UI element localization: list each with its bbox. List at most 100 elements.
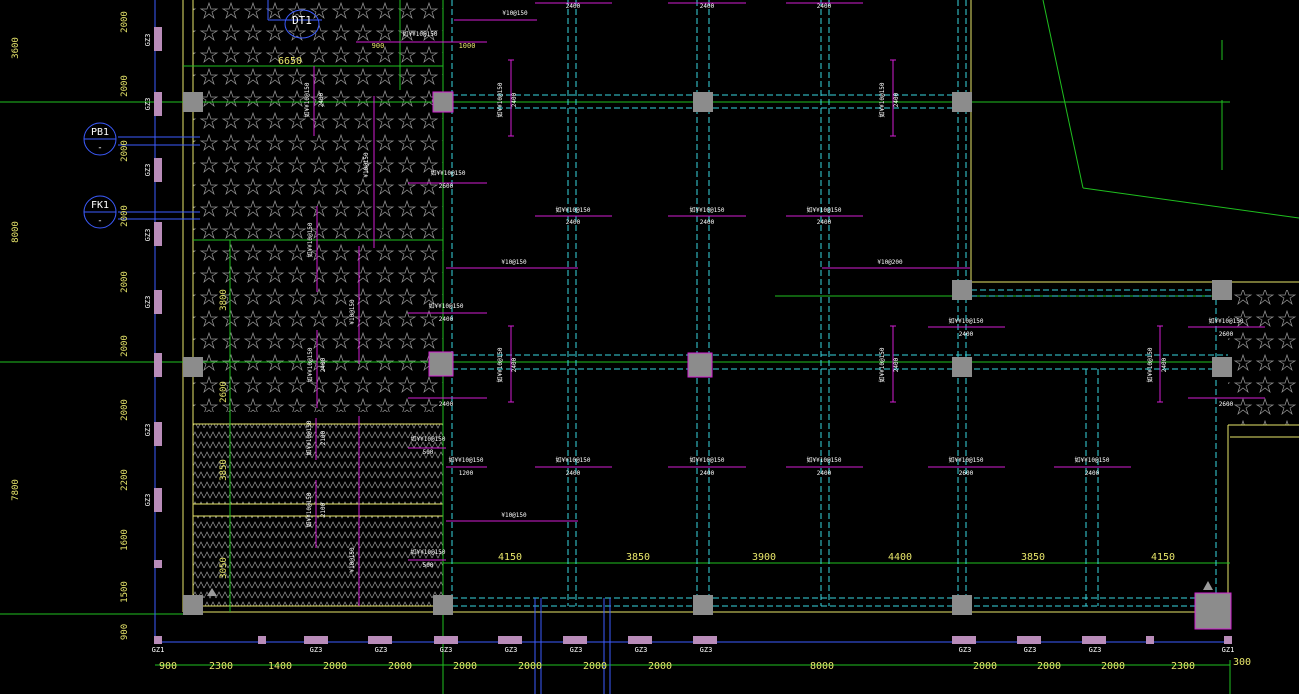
rebar-length: 2600	[1219, 401, 1234, 408]
gz-tag: GZ3	[635, 646, 648, 654]
dim-vertical: 3800	[219, 289, 229, 311]
column[interactable]	[428, 351, 454, 377]
column[interactable]	[1212, 280, 1232, 300]
rebar-spec: 如¥¥10@150	[306, 222, 314, 257]
rebar-length: 2100	[320, 502, 327, 517]
rebar-length: 2600	[439, 183, 454, 190]
rebar-spec: 如¥¥10@150	[411, 435, 446, 443]
gz-tag: GZ3	[700, 646, 713, 654]
dim-vertical: 3050	[219, 557, 229, 579]
column[interactable]	[183, 357, 203, 377]
dim-left-inner: 2000	[120, 11, 130, 33]
rebar-length: 2400	[893, 357, 900, 372]
column[interactable]	[183, 595, 203, 615]
dim-interior: 4150	[1151, 552, 1175, 563]
rebar-spec: 如¥¥10@150	[305, 420, 313, 455]
column[interactable]	[432, 91, 454, 113]
gz-tag: GZ3	[570, 646, 583, 654]
dim-vertical: 2600	[219, 381, 229, 403]
rebar-length: 2400	[566, 219, 581, 226]
column[interactable]	[433, 595, 453, 615]
dim-left-outer: 3600	[11, 37, 21, 59]
rebar-spec: 如¥¥10@150	[303, 82, 311, 117]
dim-left-outer: 7800	[11, 479, 21, 501]
rebar-spec: 如¥¥10@150	[690, 456, 725, 464]
dim-bottom-span: 2000	[1101, 661, 1125, 672]
dim-900: 900	[372, 42, 385, 50]
dim-bottom-end: 300	[1233, 657, 1251, 668]
column[interactable]	[952, 92, 972, 112]
gz-tag: GZ3	[1024, 646, 1037, 654]
rebar-length: 2400	[320, 357, 327, 372]
gz-tag: GZ3	[1089, 646, 1102, 654]
tag-fk1[interactable]: FK1 -	[83, 195, 117, 229]
rebar-length: 2400	[439, 316, 454, 323]
dim-left-inner: 2000	[120, 271, 130, 293]
gz-tag: GZ3	[505, 646, 518, 654]
dim-bottom-span: 2300	[209, 661, 233, 672]
dim-left-inner: 900	[120, 624, 130, 640]
rebar-spec: 如¥¥10@150	[429, 302, 464, 310]
gz-tag: GZ3	[144, 229, 152, 242]
tag-fk1-label: FK1	[91, 200, 109, 211]
rebar-length: 2400	[318, 92, 325, 107]
rebar-length: 2400	[511, 92, 518, 107]
rebar-length: 2400	[700, 219, 715, 226]
rebar-length: 2600	[959, 470, 974, 477]
dim-bottom-span: 2000	[1037, 661, 1061, 672]
rebar-spec: 如¥¥10@150	[431, 169, 466, 177]
column[interactable]	[693, 595, 713, 615]
gz-tag: GZ1	[1222, 646, 1235, 654]
rebar-spec: ¥10@150	[502, 10, 528, 17]
rebar-spec: 如¥¥10@150	[949, 317, 984, 325]
rebar-spec: ¥10@200	[877, 259, 903, 266]
dim-left-inner: 2000	[120, 399, 130, 421]
rebar-length: 500	[423, 449, 434, 456]
dim-left-inner: 2000	[120, 205, 130, 227]
dim-bottom-span: 2000	[583, 661, 607, 672]
rebar-length: 2400	[1085, 470, 1100, 477]
rebar-length: 2400	[700, 3, 715, 10]
column[interactable]	[183, 92, 203, 112]
column[interactable]	[952, 357, 972, 377]
column[interactable]	[952, 280, 972, 300]
gz-tag: GZ3	[440, 646, 453, 654]
column[interactable]	[687, 352, 713, 378]
dim-interior: 3850	[626, 552, 650, 563]
rebar-length: 1200	[459, 470, 474, 477]
cad-drawing-canvas[interactable]: DT1 PB1 - FK1 - 3600 8000 7800 2000 2000…	[0, 0, 1299, 694]
rebar-spec: 如¥¥10@150	[1146, 347, 1154, 382]
dim-bottom-span: 1400	[268, 661, 292, 672]
gz-tag: GZ3	[144, 98, 152, 111]
rebar-spec: ¥10@150	[363, 152, 370, 178]
column[interactable]	[1212, 357, 1232, 377]
tag-pb1-label: PB1	[91, 127, 109, 138]
gz-tag: GZ3	[310, 646, 323, 654]
rebar-length: 2400	[959, 331, 974, 338]
dim-bottom-span: 8000	[810, 661, 834, 672]
dim-left-inner: 1500	[120, 581, 130, 603]
column[interactable]	[693, 92, 713, 112]
dim-bottom-span: 2300	[1171, 661, 1195, 672]
column[interactable]	[952, 595, 972, 615]
rebar-spec: 如¥¥10@150	[878, 347, 886, 382]
dim-interior: 4400	[888, 552, 912, 563]
gz-tag: GZ1	[152, 646, 165, 654]
rebar-length: 2400	[817, 3, 832, 10]
rebar-spec: ¥10@150	[349, 547, 356, 573]
rebar-spec: 如¥¥10@150	[305, 492, 313, 527]
dim-bottom-span: 2000	[518, 661, 542, 672]
dim-bottom-span: 2000	[453, 661, 477, 672]
rebar-spec: 如¥¥10@150	[1209, 317, 1244, 325]
dim-top-slab: 6650	[278, 56, 302, 67]
gz-tag: GZ3	[375, 646, 388, 654]
column[interactable]	[1194, 592, 1232, 630]
rebar-length: 2400	[566, 470, 581, 477]
dim-left-inner: 2000	[120, 75, 130, 97]
rebar-spec: 如¥¥10@150	[949, 456, 984, 464]
dim-1000: 1000	[459, 42, 476, 50]
tag-pb1[interactable]: PB1 -	[83, 122, 117, 156]
dim-bottom-span: 2000	[973, 661, 997, 672]
rebar-spec: ¥10@150	[349, 299, 356, 325]
rebar-spec: 如¥¥10@150	[403, 30, 438, 38]
